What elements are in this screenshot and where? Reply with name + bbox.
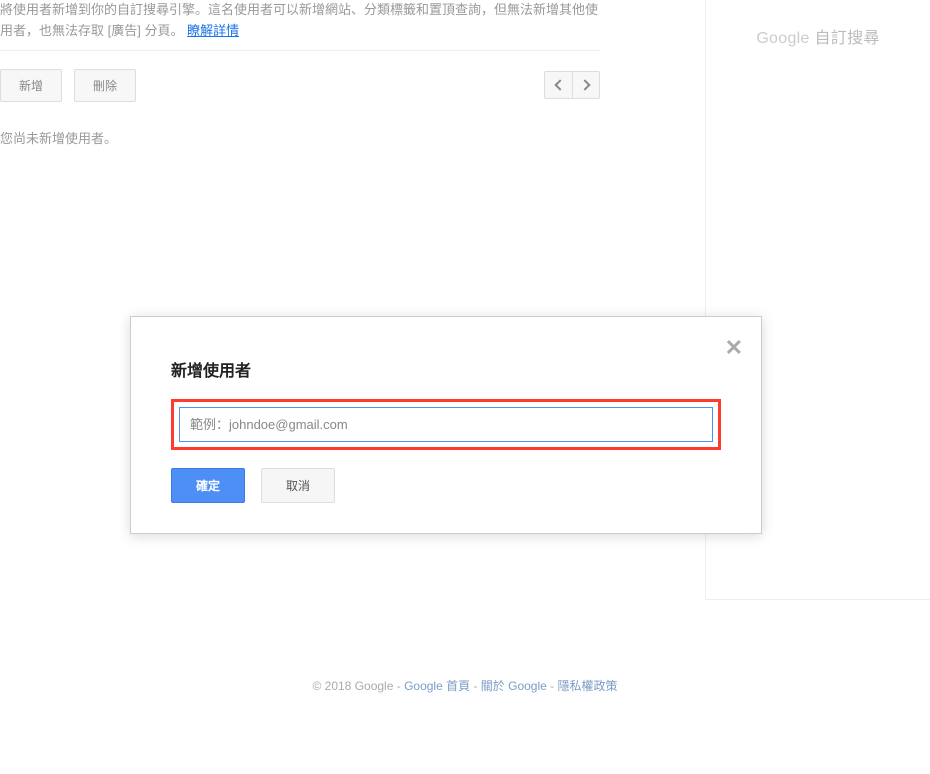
pagination bbox=[544, 71, 600, 99]
description-text: 將使用者新增到你的自訂搜尋引擎。這名使用者可以新增網站、分類標籤和置頂查詢，但無… bbox=[0, 0, 600, 50]
add-user-dialog: ✕ 新增使用者 確定 取消 bbox=[130, 316, 762, 534]
google-home-link[interactable]: Google 首頁 bbox=[404, 679, 470, 693]
add-button[interactable]: 新增 bbox=[0, 69, 62, 102]
chevron-right-icon bbox=[579, 79, 590, 90]
learn-more-link[interactable]: 瞭解詳情 bbox=[187, 23, 239, 38]
toolbar: 新增 刪除 bbox=[0, 50, 600, 108]
delete-button[interactable]: 刪除 bbox=[74, 69, 136, 102]
toolbar-left: 新增 刪除 bbox=[0, 69, 136, 102]
cancel-button[interactable]: 取消 bbox=[261, 468, 335, 503]
footer: © 2018 Google - Google 首頁 - 關於 Google - … bbox=[0, 677, 930, 694]
description-body: 將使用者新增到你的自訂搜尋引擎。這名使用者可以新增網站、分類標籤和置頂查詢，但無… bbox=[0, 2, 598, 38]
privacy-policy-link[interactable]: 隱私權政策 bbox=[558, 679, 618, 693]
footer-sep-2: - bbox=[550, 679, 557, 693]
empty-message: 您尚未新增使用者。 bbox=[0, 108, 600, 167]
dialog-buttons: 確定 取消 bbox=[171, 468, 721, 503]
main-content: 將使用者新增到你的自訂搜尋引擎。這名使用者可以新增網站、分類標籤和置頂查詢，但無… bbox=[0, 0, 600, 167]
next-page-button[interactable] bbox=[572, 71, 600, 99]
footer-sep-1: - bbox=[473, 679, 480, 693]
copyright-text: © 2018 Google - bbox=[312, 679, 404, 693]
input-highlight-frame bbox=[171, 399, 721, 450]
dialog-title: 新增使用者 bbox=[171, 357, 721, 381]
email-input[interactable] bbox=[179, 407, 713, 442]
sidebar-logo: Google 自訂搜尋 bbox=[722, 24, 914, 48]
about-google-link[interactable]: 關於 Google bbox=[481, 679, 547, 693]
close-icon: ✕ bbox=[725, 335, 743, 360]
close-button[interactable]: ✕ bbox=[725, 335, 743, 361]
chevron-left-icon bbox=[554, 79, 565, 90]
logo-text: 自訂搜尋 bbox=[814, 30, 879, 47]
prev-page-button[interactable] bbox=[544, 71, 572, 99]
logo-brand: Google bbox=[756, 30, 809, 47]
confirm-button[interactable]: 確定 bbox=[171, 468, 245, 503]
